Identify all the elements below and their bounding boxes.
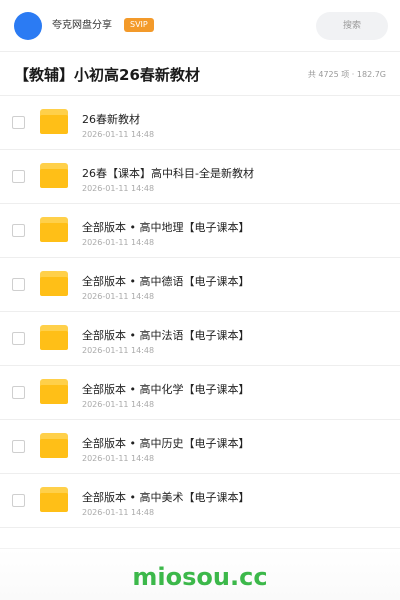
file-row[interactable]: 26春【课本】高中科目-全是新教材 2026-01-11 14:48 [0,150,400,204]
folder-icon [40,217,68,242]
folder-icon [40,379,68,404]
watermark: miosou.cc [132,563,268,591]
file-row[interactable]: 全部版本 • 高中历史【电子课本】 2026-01-11 14:48 [0,420,400,474]
file-date: 2026-01-11 14:48 [82,454,155,463]
folder-icon [40,271,68,296]
file-list: 26春新教材 2026-01-11 14:48 26春【课本】高中科目-全是新教… [0,96,400,528]
file-name[interactable]: 全部版本 • 高中美术【电子课本】 [82,491,249,505]
app-header: 夸克网盘分享 SVIP 搜索 [0,0,400,52]
search-input[interactable]: 搜索 [316,12,388,40]
select-checkbox[interactable] [12,278,25,291]
folder-title-bar: 【教辅】小初高26春新教材 共 4725 项 · 182.7G [0,52,400,96]
select-checkbox[interactable] [12,440,25,453]
select-checkbox[interactable] [12,494,25,507]
file-row[interactable]: 全部版本 • 高中法语【电子课本】 2026-01-11 14:48 [0,312,400,366]
file-name[interactable]: 全部版本 • 高中法语【电子课本】 [82,329,249,343]
file-name[interactable]: 26春【课本】高中科目-全是新教材 [82,167,254,181]
file-name[interactable]: 全部版本 • 高中历史【电子课本】 [82,437,249,451]
folder-icon [40,487,68,512]
file-name[interactable]: 全部版本 • 高中化学【电子课本】 [82,383,249,397]
page-title: 【教辅】小初高26春新教材 [14,66,200,84]
file-date: 2026-01-11 14:48 [82,400,155,409]
folder-icon [40,163,68,188]
folder-icon [40,433,68,458]
file-date: 2026-01-11 14:48 [82,130,155,139]
select-checkbox[interactable] [12,386,25,399]
file-date: 2026-01-11 14:48 [82,508,155,517]
file-date: 2026-01-11 14:48 [82,346,155,355]
folder-icon [40,325,68,350]
file-row[interactable]: 26春新教材 2026-01-11 14:48 [0,96,400,150]
folder-icon [40,109,68,134]
user-avatar-icon[interactable] [14,12,42,40]
file-row[interactable]: 全部版本 • 高中美术【电子课本】 2026-01-11 14:48 [0,474,400,528]
select-checkbox[interactable] [12,332,25,345]
footer: miosou.cc [0,548,400,600]
file-row[interactable]: 全部版本 • 高中地理【电子课本】 2026-01-11 14:48 [0,204,400,258]
file-name[interactable]: 26春新教材 [82,113,140,127]
user-name: 夸克网盘分享 [52,20,112,31]
file-date: 2026-01-11 14:48 [82,184,155,193]
select-checkbox[interactable] [12,224,25,237]
select-checkbox[interactable] [12,170,25,183]
folder-stats: 共 4725 项 · 182.7G [307,70,386,79]
file-row[interactable]: 全部版本 • 高中德语【电子课本】 2026-01-11 14:48 [0,258,400,312]
select-checkbox[interactable] [12,116,25,129]
file-date: 2026-01-11 14:48 [82,238,155,247]
file-name[interactable]: 全部版本 • 高中德语【电子课本】 [82,275,249,289]
file-date: 2026-01-11 14:48 [82,292,155,301]
file-row[interactable]: 全部版本 • 高中化学【电子课本】 2026-01-11 14:48 [0,366,400,420]
file-name[interactable]: 全部版本 • 高中地理【电子课本】 [82,221,249,235]
vip-badge: SVIP [124,18,154,32]
